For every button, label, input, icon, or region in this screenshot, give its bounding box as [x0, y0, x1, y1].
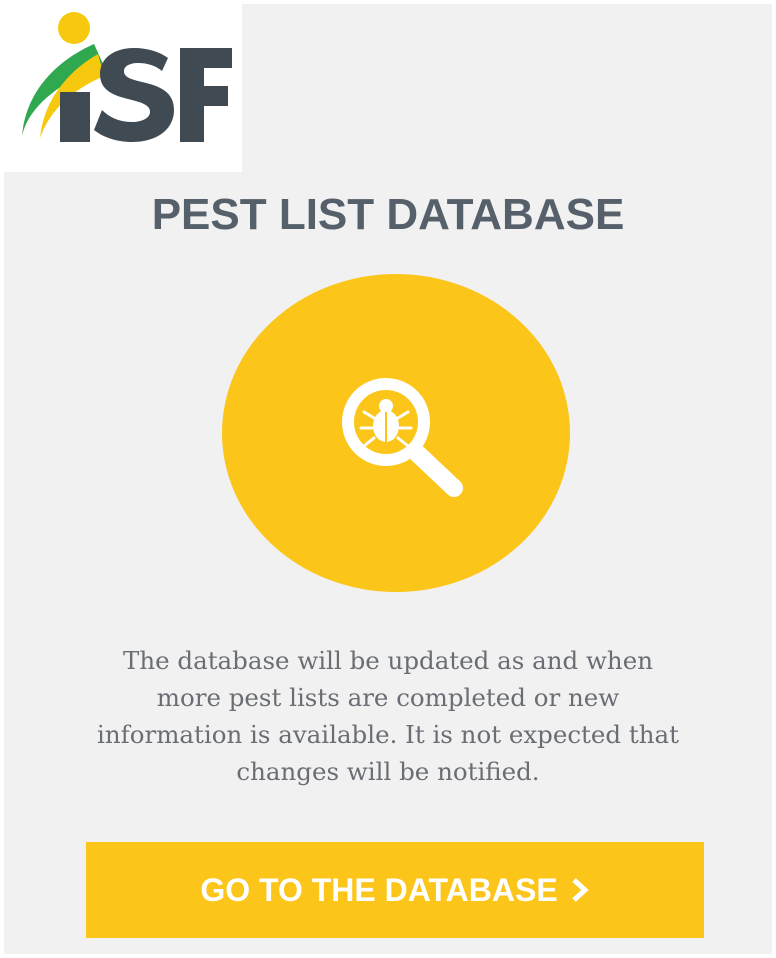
isf-logo-mark [22, 12, 232, 142]
description-text: The database will be updated as and when… [97, 646, 679, 786]
page-title: PEST LIST DATABASE [151, 190, 625, 239]
magnifier-bug-icon [342, 378, 463, 497]
icon-circle [222, 274, 570, 592]
pest-list-card: PEST LIST DATABASE The database will be … [4, 4, 772, 954]
isf-logo[interactable] [4, 4, 242, 172]
go-to-database-button[interactable]: GO TO THE DATABASE [86, 842, 704, 938]
go-to-database-label: GO TO THE DATABASE [200, 871, 558, 908]
chevron-right-icon [571, 878, 589, 902]
